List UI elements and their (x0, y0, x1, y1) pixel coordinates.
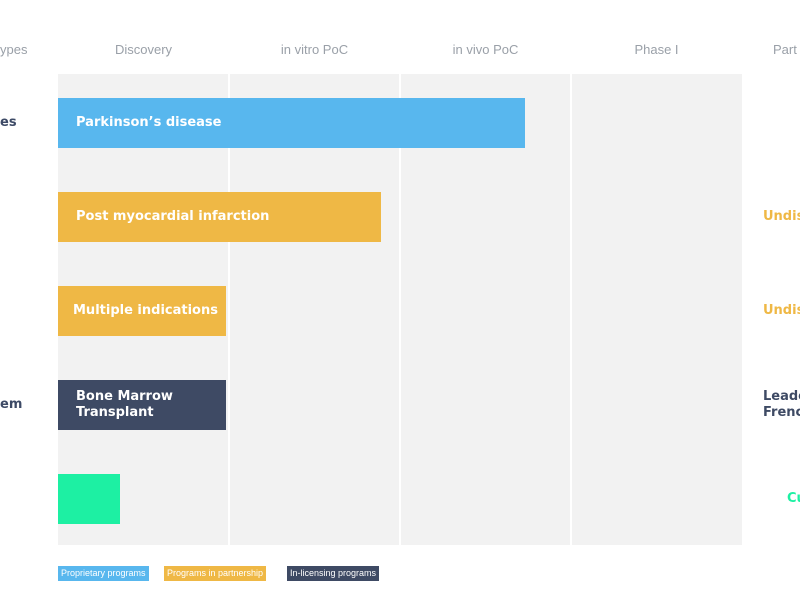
program-bar: Bone Marrow Transplant (58, 380, 226, 430)
column-header-partners: Part (773, 42, 797, 57)
program-bar: Multiple indications (58, 286, 226, 336)
program-bar-label: Post myocardial infarction (76, 209, 270, 224)
row-category-label: em (0, 397, 23, 412)
program-bar-label: Parkinson’s disease (76, 115, 222, 130)
program-bar-label: Multiple indications (73, 303, 218, 318)
program-bar-label: Bone Marrow Transplant (76, 389, 173, 420)
row-partner-label: Undis (763, 303, 800, 318)
column-header-types: ypes (0, 42, 28, 57)
row-partner-label: Cu (787, 491, 800, 506)
stage-header-in-vitro-poc: in vitro PoC (280, 42, 349, 57)
stage-header-discovery: Discovery (114, 42, 173, 57)
stage-divider (570, 74, 572, 545)
program-bar: Parkinson’s disease (58, 98, 525, 148)
legend-inlicensing: In-licensing programs (287, 566, 380, 581)
stage-header-phase-i: Phase I (634, 42, 679, 57)
program-bar: Post myocardial infarction (58, 192, 381, 242)
row-category-label: es (0, 115, 17, 130)
stage-header-in-vivo-poc: in vivo PoC (452, 42, 519, 57)
row-partner-label: Undis (763, 209, 800, 224)
program-bar (58, 474, 120, 524)
legend-partnership: Programs in partnership (164, 566, 267, 581)
row-partner-label: Leade French (763, 389, 800, 420)
legend-proprietary: Proprietary programs (58, 566, 149, 581)
